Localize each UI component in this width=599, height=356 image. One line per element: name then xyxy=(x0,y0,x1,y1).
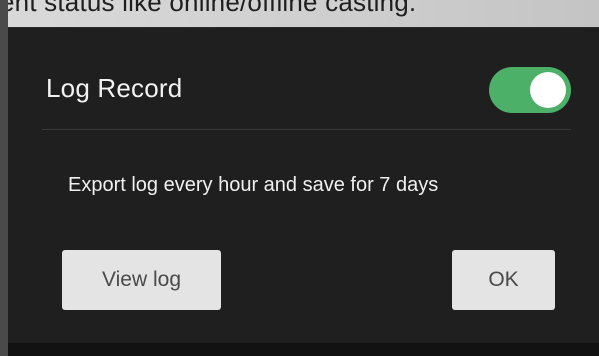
ok-button[interactable]: OK xyxy=(452,250,555,310)
log-record-dialog: Log Record Export log every hour and sav… xyxy=(8,27,599,356)
left-edge-strip xyxy=(0,0,8,356)
view-log-button[interactable]: View log xyxy=(62,250,221,310)
dialog-bottom-bar xyxy=(8,343,599,356)
divider xyxy=(42,129,571,130)
dialog-description: Export log every hour and save for 7 day… xyxy=(68,174,439,196)
log-record-toggle[interactable] xyxy=(489,67,571,113)
toggle-knob xyxy=(530,72,566,108)
dialog-title: Log Record xyxy=(46,73,183,103)
background-status-text: ent status like online/offline casting. xyxy=(0,0,417,17)
